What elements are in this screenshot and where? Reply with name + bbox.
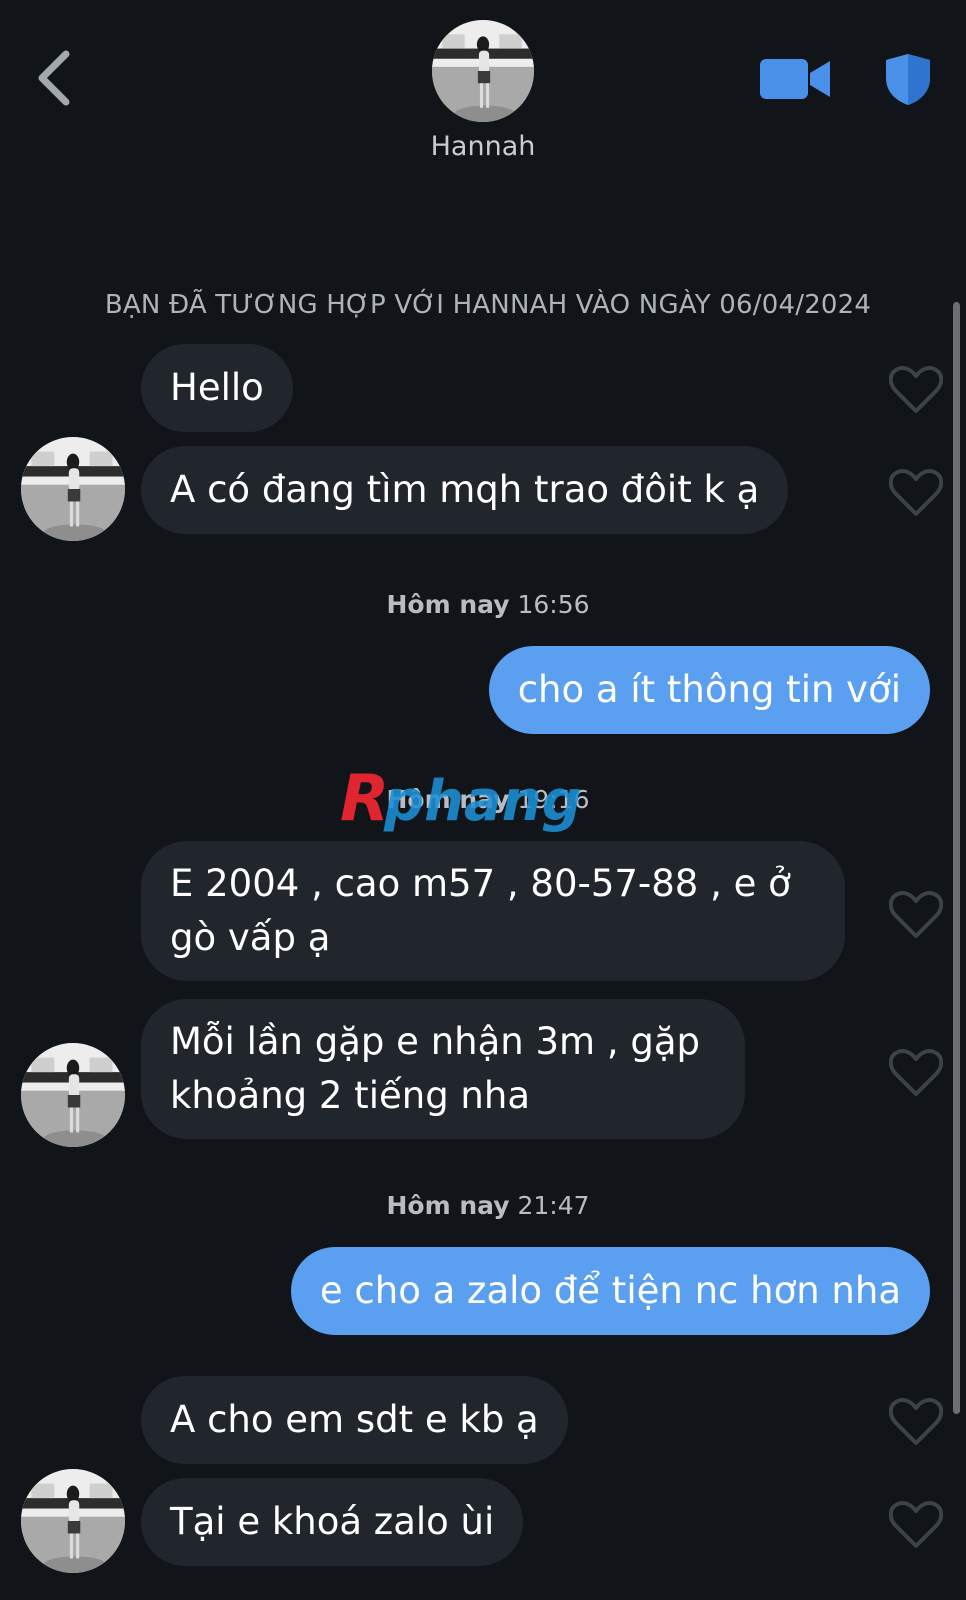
svg-text:R: R — [340, 762, 389, 836]
safety-shield-button[interactable] — [884, 52, 932, 106]
timestamp-time: 21:47 — [517, 1191, 590, 1220]
contact-avatar[interactable] — [432, 20, 534, 122]
avatar-photo — [21, 1043, 125, 1147]
watermark-logo: R phang — [340, 762, 640, 838]
sender-avatar[interactable] — [21, 1043, 125, 1147]
scrollbar[interactable] — [953, 302, 960, 1414]
incoming-message[interactable]: Hello — [141, 344, 293, 432]
outgoing-message[interactable]: e cho a zalo để tiện nc hơn nha — [290, 1247, 930, 1335]
incoming-message[interactable]: A có đang tìm mqh trao đôit k ạ — [141, 446, 789, 534]
timestamp: Hôm nay 21:47 — [0, 1191, 966, 1220]
like-heart-icon[interactable] — [888, 1397, 944, 1447]
contact-name[interactable]: Hannah — [383, 131, 583, 162]
video-call-button[interactable] — [760, 56, 832, 102]
avatar-photo — [21, 437, 125, 541]
incoming-message[interactable]: Tại e khoá zalo ùi — [141, 1478, 524, 1566]
incoming-message[interactable]: E 2004 , cao m57 , 80-57-88 , e ở gò vấp… — [141, 841, 845, 981]
timestamp-time: 16:56 — [517, 590, 590, 619]
back-chevron-icon — [38, 50, 70, 106]
sender-avatar[interactable] — [21, 1469, 125, 1573]
shield-icon — [886, 54, 930, 105]
like-heart-icon[interactable] — [888, 890, 944, 940]
incoming-message[interactable]: A cho em sdt e kb ạ — [141, 1376, 568, 1464]
avatar-photo — [432, 20, 534, 122]
timestamp-day: Hôm nay — [386, 1191, 510, 1220]
avatar-photo — [21, 1469, 125, 1573]
timestamp-day: Hôm nay — [386, 590, 510, 619]
like-heart-icon[interactable] — [888, 1500, 944, 1550]
timestamp: Hôm nay 16:56 — [0, 590, 966, 619]
outgoing-message[interactable]: cho a ít thông tin với — [488, 646, 930, 734]
like-heart-icon[interactable] — [888, 365, 944, 415]
incoming-message[interactable]: Mỗi lần gặp e nhận 3m , gặp khoảng 2 tiế… — [141, 999, 745, 1139]
like-heart-icon[interactable] — [888, 468, 944, 518]
video-camera-icon — [760, 59, 830, 99]
like-heart-icon[interactable] — [888, 1048, 944, 1098]
match-notice: BẠN ĐÃ TƯƠNG HỢP VỚI HANNAH VÀO NGÀY 06/… — [104, 290, 872, 320]
back-button[interactable] — [32, 46, 80, 110]
svg-text:phang: phang — [383, 769, 582, 834]
sender-avatar[interactable] — [21, 437, 125, 541]
